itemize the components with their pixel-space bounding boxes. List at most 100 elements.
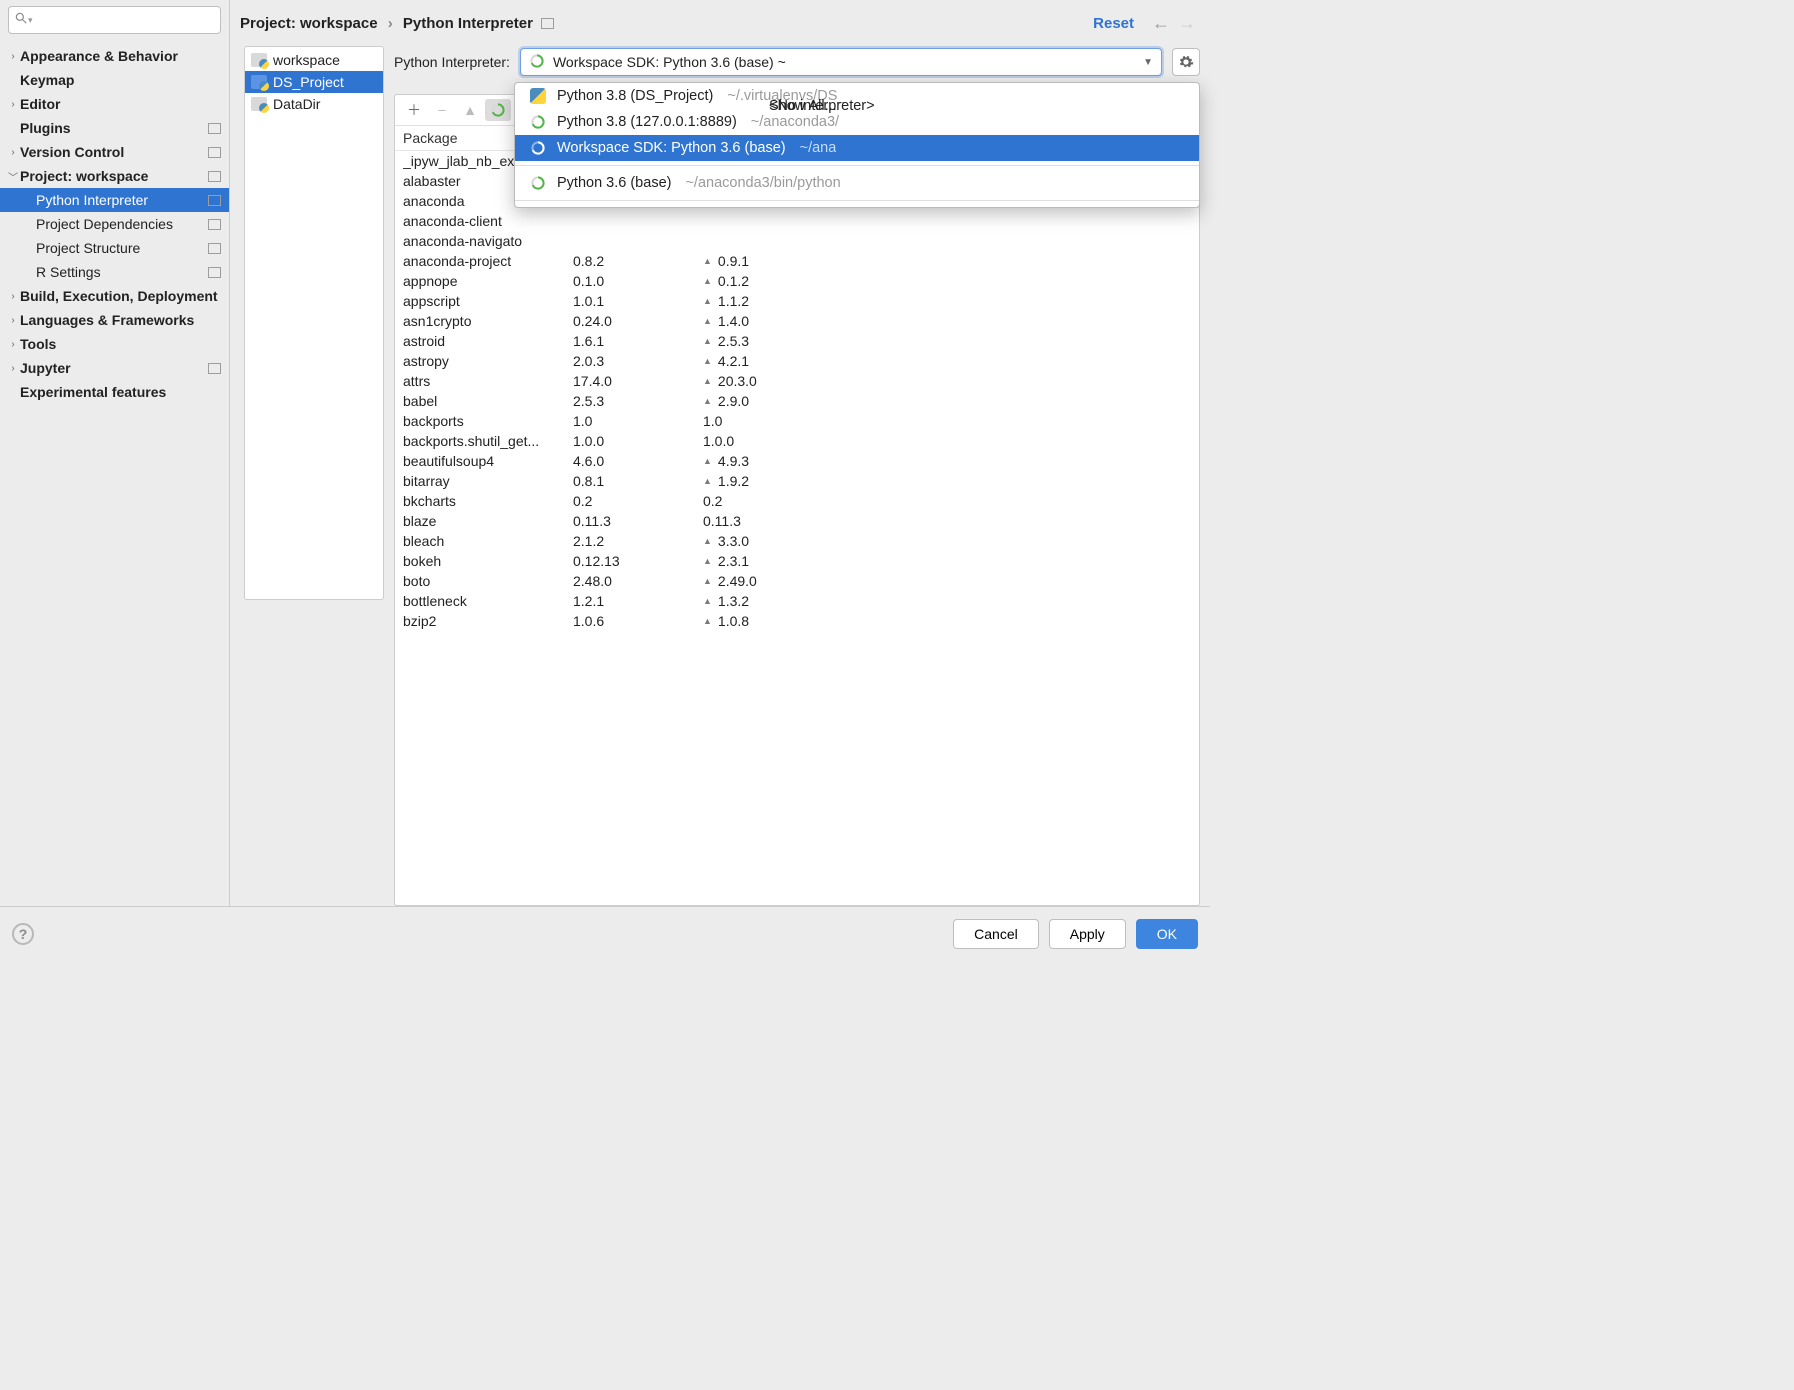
back-arrow-icon[interactable]: ← [1148,13,1174,34]
sidebar-item-version-control[interactable]: ›Version Control [0,140,229,164]
package-row[interactable]: boto2.48.0▲2.49.0 [395,571,1199,591]
package-row[interactable]: anaconda-navigato [395,231,1199,251]
sidebar-item-keymap[interactable]: Keymap [0,68,229,92]
chevron-right-icon: › [6,315,20,326]
sidebar-item-python-interpreter[interactable]: Python Interpreter [0,188,229,212]
interpreter-option-path: ~/ana [800,140,837,156]
package-name: babel [403,393,573,409]
sidebar-item-label: Editor [20,96,221,112]
chevron-right-icon: › [6,99,20,110]
package-version: 1.0.1 [573,293,703,309]
package-row[interactable]: anaconda-project0.8.2▲0.9.1 [395,251,1199,271]
sidebar-item-appearance-behavior[interactable]: ›Appearance & Behavior [0,44,229,68]
add-package-button[interactable]: ＋ [401,99,427,121]
sidebar-item-r-settings[interactable]: R Settings [0,260,229,284]
package-latest-value: 0.1.2 [718,273,749,289]
sidebar-item-experimental-features[interactable]: Experimental features [0,380,229,404]
package-name: backports.shutil_get... [403,433,573,449]
package-row[interactable]: backports1.01.0 [395,411,1199,431]
upgrade-available-icon: ▲ [703,376,712,386]
sidebar-item-project-dependencies[interactable]: Project Dependencies [0,212,229,236]
package-row[interactable]: asn1crypto0.24.0▲1.4.0 [395,311,1199,331]
package-row[interactable]: bleach2.1.2▲3.3.0 [395,531,1199,551]
package-row[interactable]: bitarray0.8.1▲1.9.2 [395,471,1199,491]
package-name: boto [403,573,573,589]
package-latest: 0.11.3 [703,513,1191,529]
sidebar-item-tools[interactable]: ›Tools [0,332,229,356]
interpreter-option-label: Python 3.8 (DS_Project) [557,88,713,104]
help-icon: ? [19,926,28,942]
breadcrumb-root[interactable]: Project: workspace [240,15,378,32]
package-latest: 1.0.0 [703,433,1191,449]
package-name: bokeh [403,553,573,569]
refresh-packages-button[interactable] [485,99,511,121]
sidebar-item-project-workspace[interactable]: ﹀Project: workspace [0,164,229,188]
package-name: astroid [403,333,573,349]
package-row[interactable]: bottleneck1.2.1▲1.3.2 [395,591,1199,611]
ok-button[interactable]: OK [1136,919,1198,949]
sidebar-item-jupyter[interactable]: ›Jupyter [0,356,229,380]
interpreter-dropdown[interactable]: Workspace SDK: Python 3.6 (base) ~ ▼ [520,48,1162,76]
reset-link[interactable]: Reset [1093,15,1134,32]
interpreter-settings-gear-button[interactable] [1172,48,1200,76]
project-tree-item[interactable]: DataDir [245,93,383,115]
interpreter-option[interactable]: Python 3.6 (base)~/anaconda3/bin/python [515,170,1199,196]
package-row[interactable]: bkcharts0.20.2 [395,491,1199,511]
sidebar-item-label: Languages & Frameworks [20,312,221,328]
sidebar-item-editor[interactable]: ›Editor [0,92,229,116]
project-tree-item[interactable]: workspace [245,49,383,71]
apply-button[interactable]: Apply [1049,919,1126,949]
sidebar-item-label: R Settings [36,264,204,280]
package-name: astropy [403,353,573,369]
package-version: 1.6.1 [573,333,703,349]
plus-icon: ＋ [407,100,421,120]
package-row[interactable]: bzip21.0.6▲1.0.8 [395,611,1199,631]
package-row[interactable]: appnope0.1.0▲0.1.2 [395,271,1199,291]
upgrade-available-icon: ▲ [703,256,712,266]
cancel-button[interactable]: Cancel [953,919,1039,949]
upgrade-available-icon: ▲ [703,616,712,626]
remove-package-button[interactable]: − [429,99,455,121]
chevron-right-icon: › [6,363,20,374]
project-scope-icon [208,267,221,278]
package-row[interactable]: blaze0.11.30.11.3 [395,511,1199,531]
sidebar-item-label: Build, Execution, Deployment [20,288,221,304]
package-latest-value: 2.49.0 [718,573,757,589]
chevron-right-icon: › [6,51,20,62]
sidebar-item-plugins[interactable]: Plugins [0,116,229,140]
package-version: 0.12.13 [573,553,703,569]
sidebar-item-build-execution-deployment[interactable]: ›Build, Execution, Deployment [0,284,229,308]
search-history-chevron-icon[interactable]: ▾ [28,15,33,26]
package-row[interactable]: attrs17.4.0▲20.3.0 [395,371,1199,391]
sidebar-search: ▾ [8,6,221,34]
upgrade-package-button[interactable]: ▲ [457,99,483,121]
interpreter-dropdown-popup: <No interpreter>Python 3.8 (DS_Project)~… [514,82,1200,208]
package-row[interactable]: beautifulsoup44.6.0▲4.9.3 [395,451,1199,471]
interpreter-show-all[interactable]: Show All... [755,83,1189,129]
package-version: 0.8.2 [573,253,703,269]
package-row[interactable]: appscript1.0.1▲1.1.2 [395,291,1199,311]
sidebar-item-label: Python Interpreter [36,192,204,208]
help-button[interactable]: ? [12,923,34,945]
package-row[interactable]: babel2.5.3▲2.9.0 [395,391,1199,411]
package-latest: ▲2.3.1 [703,553,1191,569]
package-row[interactable]: bokeh0.12.13▲2.3.1 [395,551,1199,571]
package-row[interactable]: backports.shutil_get...1.0.01.0.0 [395,431,1199,451]
ring-progress-icon [529,175,547,191]
project-tree-panel: workspaceDS_ProjectDataDir [244,46,384,600]
interpreter-option[interactable]: Workspace SDK: Python 3.6 (base)~/ana [515,135,1199,161]
sidebar-item-project-structure[interactable]: Project Structure [0,236,229,260]
project-scope-icon [208,363,221,374]
package-latest: ▲4.2.1 [703,353,1191,369]
search-input[interactable] [8,6,221,34]
package-row[interactable]: astropy2.0.3▲4.2.1 [395,351,1199,371]
project-tree-item[interactable]: DS_Project [245,71,383,93]
package-row[interactable]: anaconda-client [395,211,1199,231]
forward-arrow-icon[interactable]: → [1174,13,1200,34]
package-latest-value: 1.4.0 [718,313,749,329]
sidebar-item-languages-frameworks[interactable]: ›Languages & Frameworks [0,308,229,332]
package-latest: ▲20.3.0 [703,373,1191,389]
package-row[interactable]: astroid1.6.1▲2.5.3 [395,331,1199,351]
upgrade-available-icon: ▲ [703,556,712,566]
chevron-right-icon: › [6,147,20,158]
